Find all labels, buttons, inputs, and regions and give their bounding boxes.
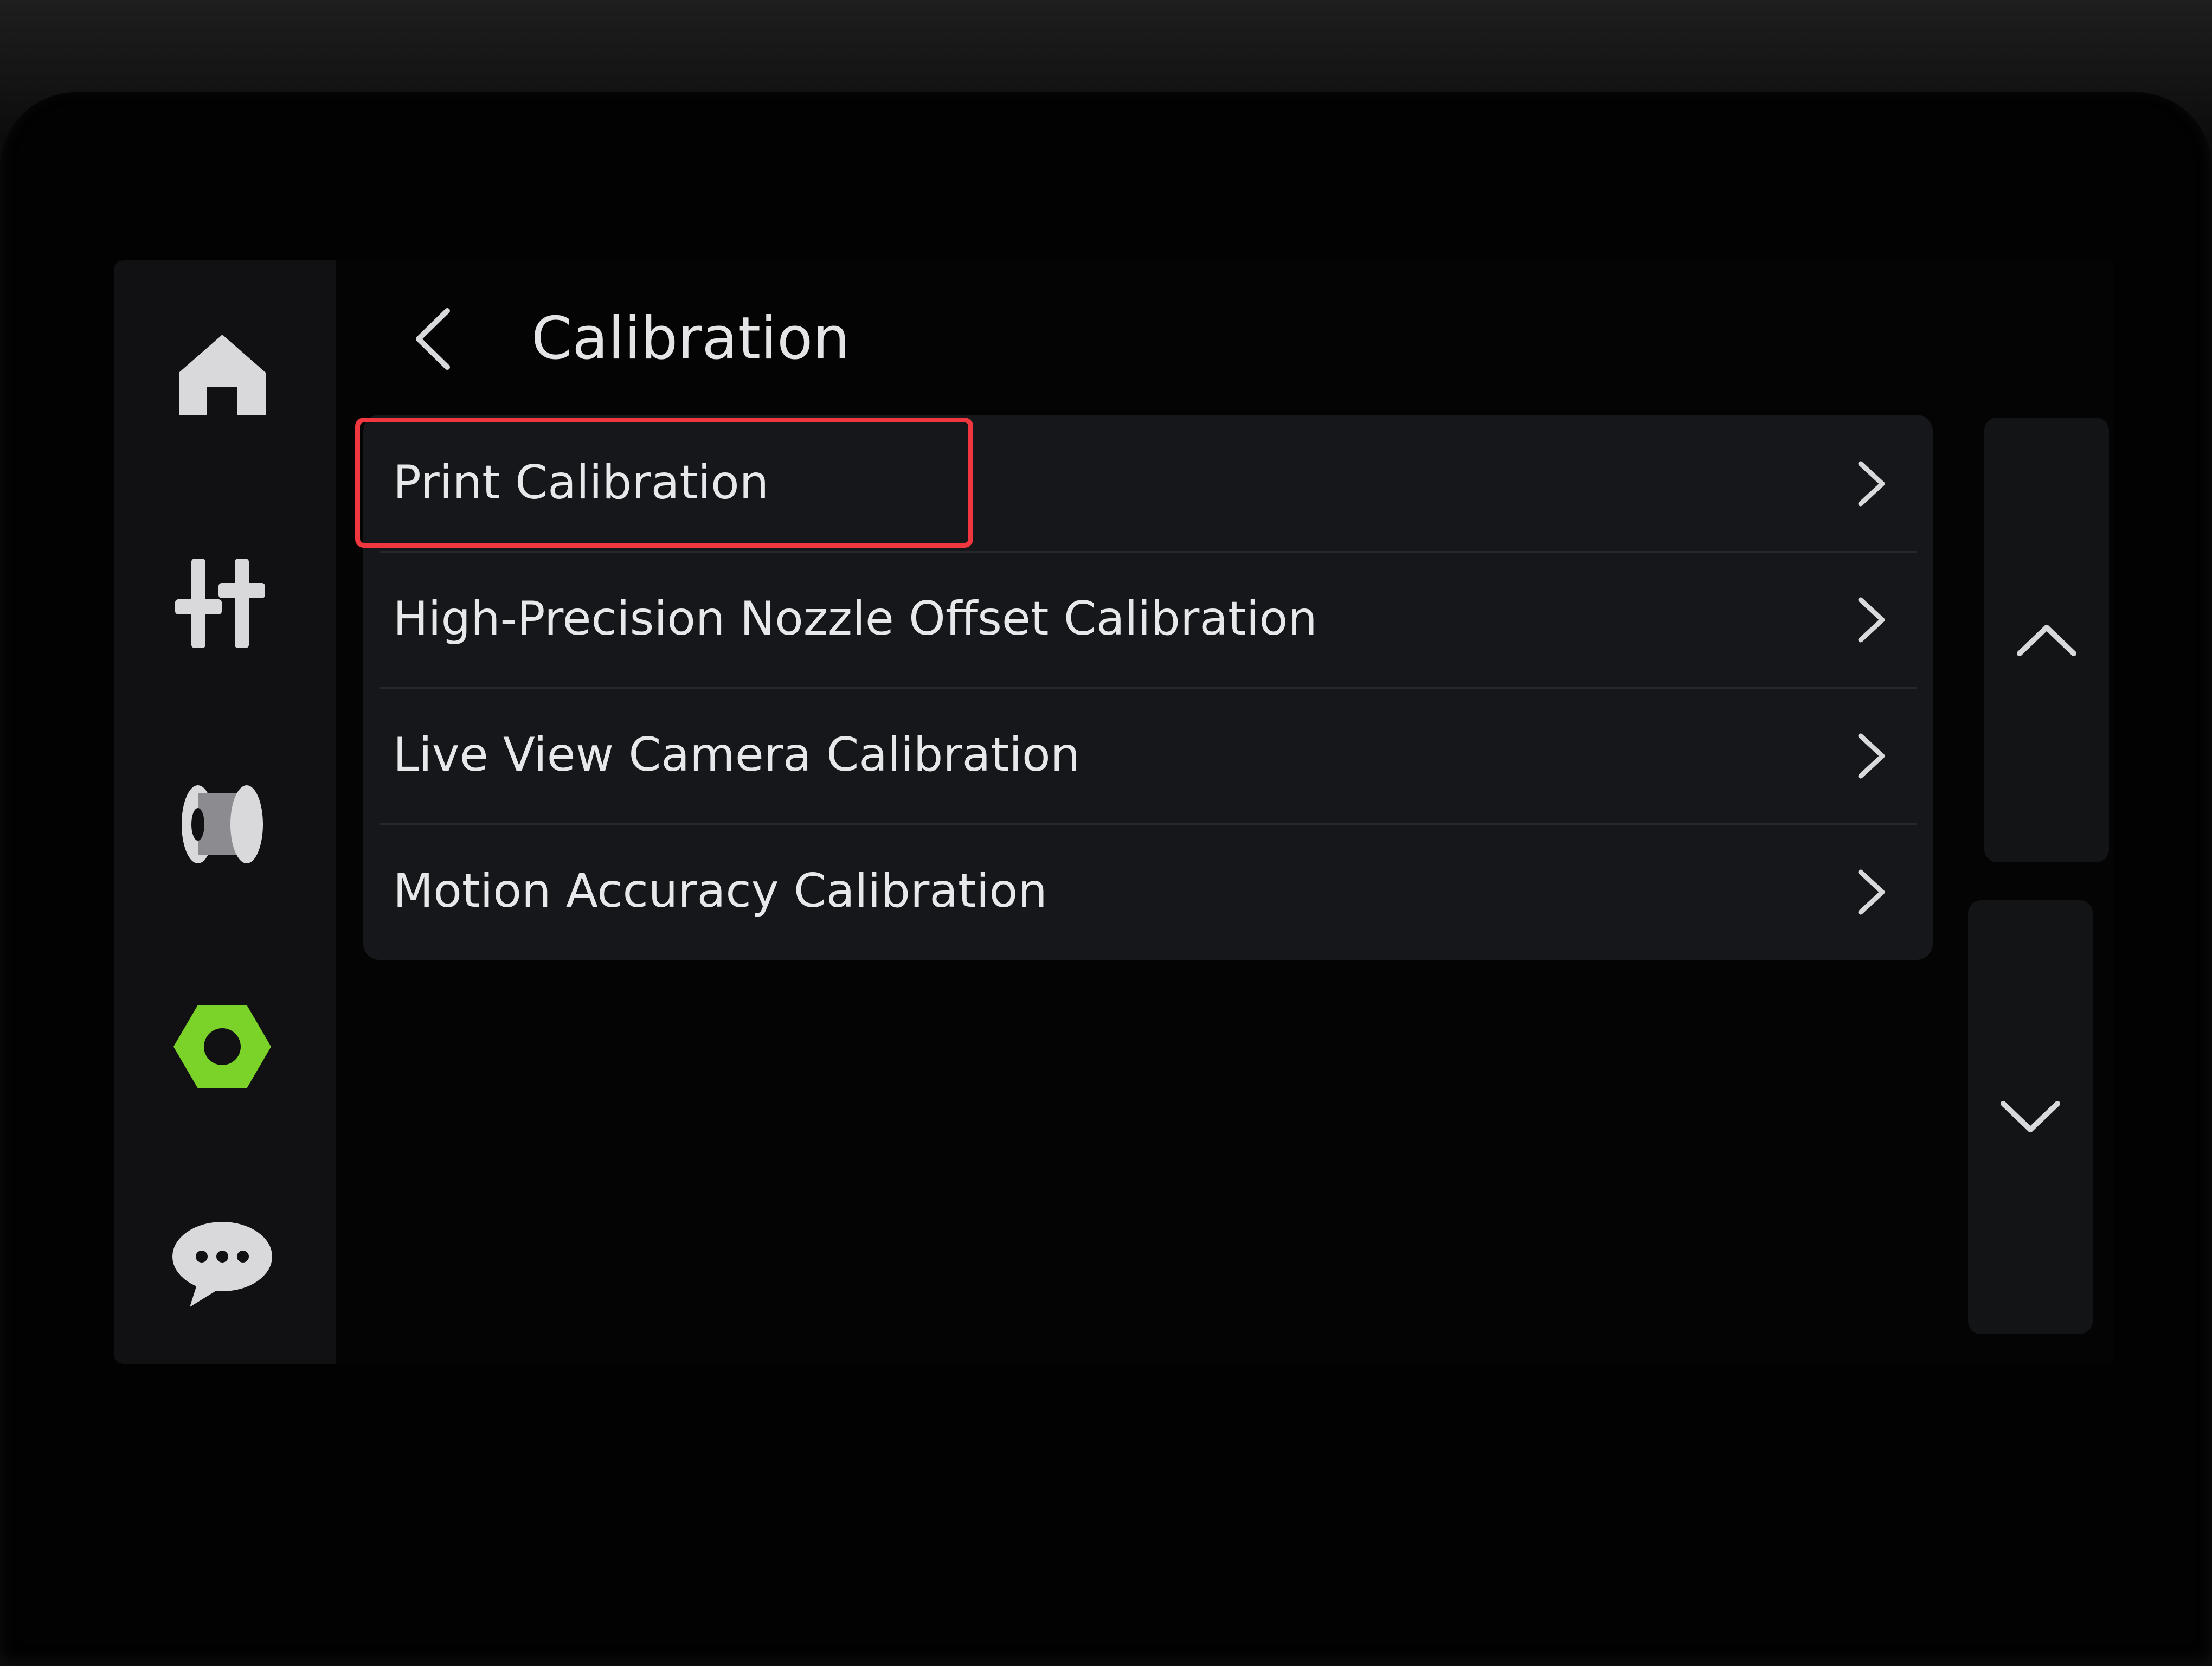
menu-item-nozzle-offset-calibration[interactable]: High-Precision Nozzle Offset Calibration [363,551,1933,687]
sidebar-item-controls[interactable] [149,540,295,664]
messages-icon [172,1222,272,1307]
chevron-right-icon [1858,597,1885,643]
settings-nut-icon [173,1005,271,1088]
back-button[interactable] [396,298,472,380]
chevron-right-icon [1858,461,1885,507]
chevron-down-icon [2001,1101,2060,1132]
sidebar-item-messages[interactable] [149,1201,295,1326]
chevron-right-icon [1858,869,1885,915]
sidebar-item-settings[interactable] [149,984,295,1109]
sidebar-item-home[interactable] [149,312,295,437]
scroll-up-button[interactable] [1984,418,2109,862]
filament-spool-icon [182,785,263,863]
chevron-left-icon [416,308,450,370]
touch-screen: Calibration Print Calibration High-Preci… [114,260,2114,1364]
home-icon [179,335,266,415]
controls-icon [175,559,265,648]
menu-item-label: High-Precision Nozzle Offset Calibration [393,592,1317,646]
menu-item-motion-accuracy-calibration[interactable]: Motion Accuracy Calibration [363,823,1933,959]
highlight-box [355,418,973,548]
chevron-right-icon [1858,733,1885,779]
sidebar-item-filament[interactable] [149,762,295,887]
menu-item-live-view-camera-calibration[interactable]: Live View Camera Calibration [363,687,1933,823]
menu-item-label: Live View Camera Calibration [393,728,1081,782]
chevron-up-icon [2017,625,2076,656]
page-title: Calibration [531,305,850,373]
scroll-down-button[interactable] [1968,900,2093,1334]
sidebar-nav [114,260,336,1364]
menu-item-label: Motion Accuracy Calibration [393,864,1047,918]
